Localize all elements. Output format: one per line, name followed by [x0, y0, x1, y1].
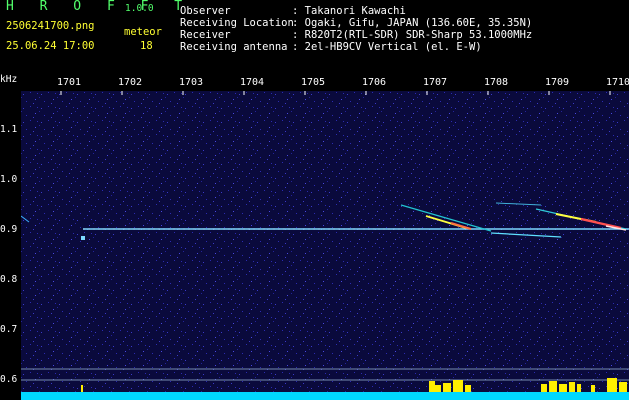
observer-label: Observer: [180, 5, 231, 17]
date-time: 25.06.24 17:00: [6, 40, 95, 52]
freq-tick-0.7: 0.7: [0, 324, 18, 335]
time-tick-1709: 1709: [545, 77, 570, 88]
app-version: 1.0.0: [125, 3, 154, 14]
frequency-axis: kHz 1.1 1.0 0.9 0.8 0.7 0.6: [0, 74, 21, 400]
file-name: 2506241700.png: [6, 20, 95, 32]
freq-tick-1.0: 1.0: [0, 174, 18, 185]
antenna-label: Receiving antenna: [180, 41, 288, 53]
app-name: H R O F F T: [6, 0, 192, 14]
time-tick-1705: 1705: [301, 77, 326, 88]
antenna-value: : 2el-HB9CV Vertical (el. E-W): [292, 41, 482, 53]
receiver-label: Receiver: [180, 29, 231, 41]
time-tick-1707: 1707: [423, 77, 448, 88]
freq-tick-0.6: 0.6: [0, 374, 18, 385]
signal-blip: [81, 236, 85, 240]
time-tick-1708: 1708: [484, 77, 509, 88]
time-tick-1706: 1706: [362, 77, 387, 88]
time-tick-1701: 1701: [57, 77, 82, 88]
location-label: Receiving Location: [180, 17, 294, 29]
spectrogram: [21, 91, 629, 400]
time-tick-1702: 1702: [118, 77, 143, 88]
time-axis: 1701 1702 1703 1704 1705 1706 1707 1708 …: [21, 74, 629, 91]
activity-baseline: [21, 392, 629, 400]
observer-value: : Takanori Kawachi: [292, 5, 406, 17]
time-tick-1703: 1703: [179, 77, 204, 88]
noise-background: [21, 91, 629, 400]
time-tick-1704: 1704: [240, 77, 265, 88]
receiver-value: : R820T2(RTL-SDR) SDR-Sharp 53.1000MHz: [292, 29, 533, 41]
time-tick-1710: 1710: [606, 77, 629, 88]
freq-tick-0.8: 0.8: [0, 274, 18, 285]
header: H R O F F T 1.0.0 2506241700.png meteor …: [0, 0, 629, 74]
freq-tick-0.9: 0.9: [0, 224, 18, 235]
meteor-label: meteor: [124, 26, 162, 38]
location-value: : Ogaki, Gifu, JAPAN (136.60E, 35.35N): [292, 17, 533, 29]
meteor-count: 18: [140, 40, 153, 52]
freq-tick-1.1: 1.1: [0, 124, 18, 135]
frequency-unit: kHz: [0, 74, 18, 85]
